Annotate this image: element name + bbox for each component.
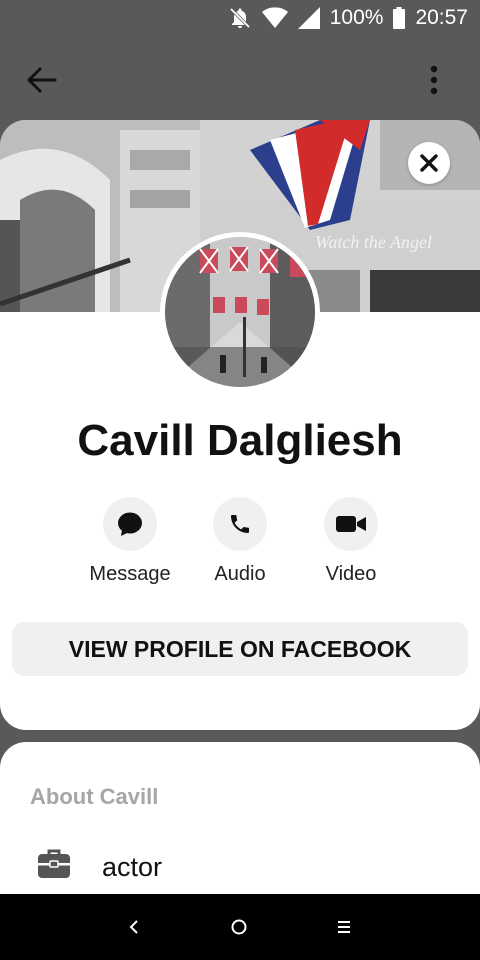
about-sheet: About Cavill actor [0, 742, 480, 902]
more-vertical-icon [430, 65, 438, 95]
nav-recents-icon [338, 921, 350, 933]
clock: 20:57 [415, 6, 468, 29]
nav-recents-button[interactable] [329, 912, 359, 942]
wifi-icon [261, 7, 288, 29]
nav-back-icon [129, 920, 138, 934]
arrow-left-icon [27, 67, 57, 93]
nav-back-button[interactable] [119, 912, 149, 942]
avatar-photo [165, 237, 315, 387]
more-options-button[interactable] [422, 60, 446, 100]
action-row: Message Audio Video [0, 497, 480, 587]
back-button[interactable] [22, 60, 62, 100]
app-bar [0, 36, 480, 120]
battery-icon [393, 7, 406, 29]
about-item-occupation: actor [0, 844, 480, 888]
close-button[interactable] [408, 142, 450, 184]
video-camera-icon [336, 516, 366, 532]
video-action[interactable]: Video [291, 497, 411, 586]
briefcase-icon [38, 848, 70, 883]
navigation-bar [0, 894, 480, 960]
video-label: Video [325, 563, 377, 585]
video-call-button[interactable] [324, 497, 378, 551]
message-label: Message [89, 563, 171, 585]
messenger-bubble-icon [118, 512, 142, 536]
message-button[interactable] [103, 497, 157, 551]
profile-sheet: Watch the Angel Cavill Dalgliesh Message… [0, 120, 480, 730]
about-title: About Cavill [30, 784, 159, 809]
status-bar: 100% 20:57 [0, 0, 480, 36]
notifications-off-icon [228, 6, 252, 30]
view-profile-on-facebook-button[interactable]: VIEW PROFILE ON FACEBOOK [12, 622, 468, 676]
avatar[interactable] [160, 232, 320, 392]
audio-label: Audio [214, 563, 266, 585]
cover-sign-text: Watch the Angel [315, 232, 432, 252]
audio-action[interactable]: Audio [180, 497, 300, 586]
audio-call-button[interactable] [213, 497, 267, 551]
cellular-signal-icon [297, 7, 320, 29]
nav-home-button[interactable] [224, 912, 254, 942]
phone-icon [231, 515, 249, 533]
close-icon [420, 154, 438, 172]
battery-percent: 100% [329, 6, 384, 29]
message-action[interactable]: Message [70, 497, 190, 586]
nav-home-icon [231, 919, 247, 935]
about-item-text: actor [102, 852, 163, 882]
profile-name: Cavill Dalgliesh [77, 416, 403, 465]
